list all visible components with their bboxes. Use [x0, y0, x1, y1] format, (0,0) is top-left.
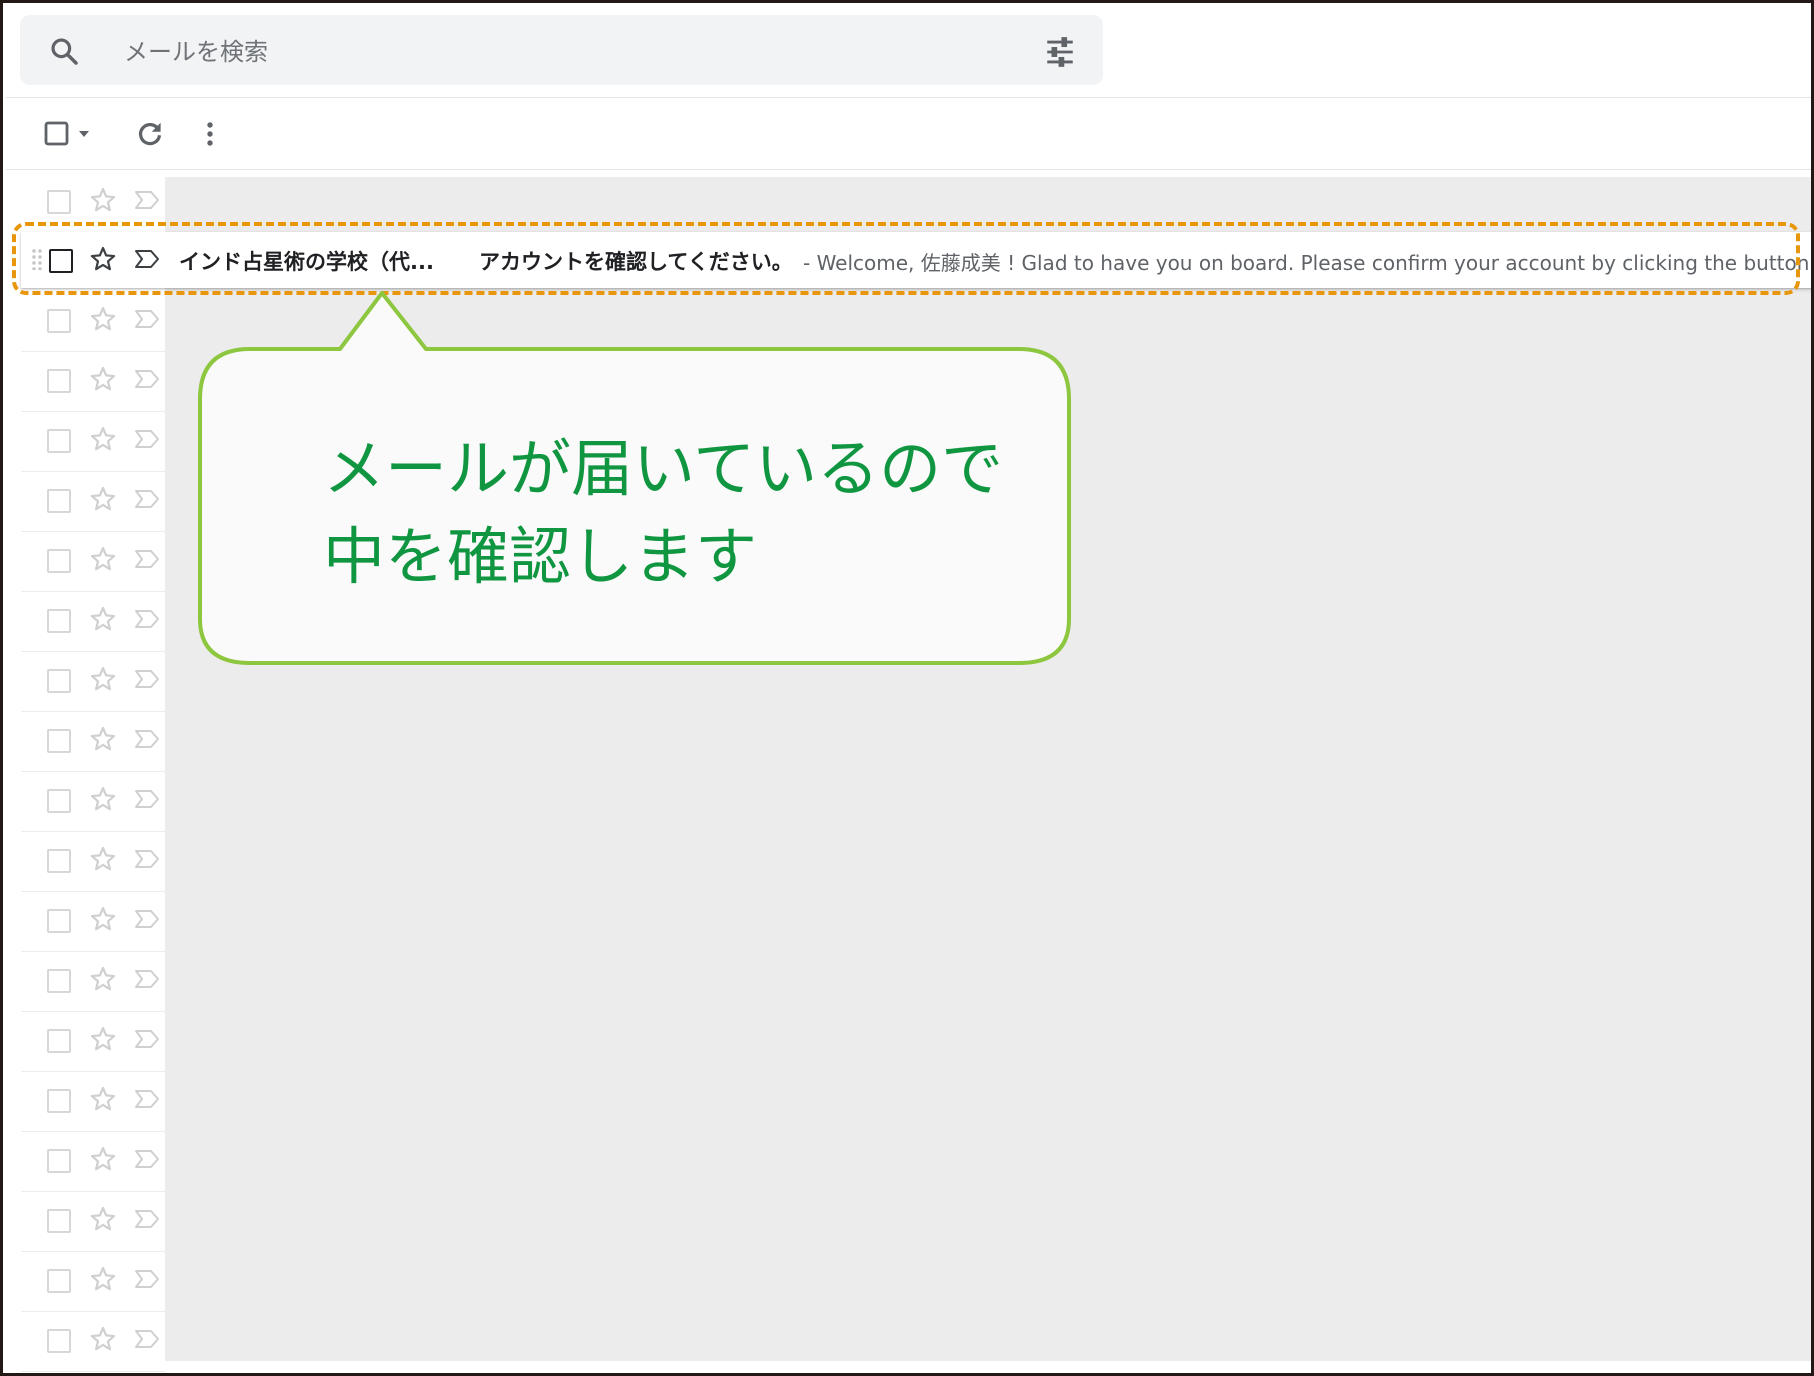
row-checkbox[interactable]	[47, 909, 71, 933]
empty-list-row	[21, 892, 165, 952]
important-marker-icon[interactable]	[134, 968, 160, 990]
important-marker-icon[interactable]	[134, 668, 160, 690]
row-checkbox[interactable]	[47, 429, 71, 453]
important-marker-icon[interactable]	[134, 908, 160, 930]
empty-list-row	[21, 832, 165, 892]
empty-list-row	[21, 352, 165, 412]
email-checkbox[interactable]	[49, 249, 73, 273]
important-marker-icon[interactable]	[134, 488, 160, 510]
important-marker-icon[interactable]	[134, 1208, 160, 1230]
important-marker-icon[interactable]	[134, 189, 160, 211]
star-icon[interactable]	[89, 965, 117, 993]
star-icon[interactable]	[89, 245, 117, 273]
email-subject: アカウントを確認してください。	[479, 250, 793, 274]
empty-list-row	[21, 1252, 165, 1312]
row-checkbox[interactable]	[47, 1209, 71, 1233]
empty-list-row	[21, 592, 165, 652]
star-icon[interactable]	[89, 1145, 117, 1173]
row-checkbox[interactable]	[47, 549, 71, 573]
star-icon[interactable]	[89, 545, 117, 573]
important-marker-icon[interactable]	[134, 1148, 160, 1170]
important-marker-icon[interactable]	[134, 1028, 160, 1050]
star-icon[interactable]	[89, 365, 117, 393]
star-icon[interactable]	[89, 186, 117, 214]
star-icon[interactable]	[89, 425, 117, 453]
star-icon[interactable]	[89, 305, 117, 333]
empty-list-row	[21, 1012, 165, 1072]
important-marker-icon[interactable]	[134, 1328, 160, 1350]
important-marker-icon[interactable]	[134, 608, 160, 630]
star-icon[interactable]	[89, 1325, 117, 1353]
refresh-icon[interactable]	[135, 117, 165, 151]
important-marker-icon[interactable]	[134, 1268, 160, 1290]
star-icon[interactable]	[89, 725, 117, 753]
row-checkbox[interactable]	[47, 190, 71, 214]
row-checkbox[interactable]	[47, 1089, 71, 1113]
row-checkbox[interactable]	[47, 1329, 71, 1353]
row-checkbox[interactable]	[47, 1269, 71, 1293]
callout-text: メールが届いているので 中を確認します	[323, 425, 1023, 601]
important-marker-icon[interactable]	[134, 248, 160, 270]
star-icon[interactable]	[89, 1025, 117, 1053]
empty-list-row	[21, 173, 165, 233]
empty-list-row	[21, 772, 165, 832]
empty-list-row	[21, 712, 165, 772]
empty-list-row	[21, 1072, 165, 1132]
row-checkbox[interactable]	[47, 669, 71, 693]
important-marker-icon[interactable]	[134, 308, 160, 330]
header-divider	[6, 97, 1811, 98]
row-checkbox[interactable]	[47, 369, 71, 393]
important-marker-icon[interactable]	[134, 548, 160, 570]
row-checkbox[interactable]	[47, 1029, 71, 1053]
star-icon[interactable]	[89, 605, 117, 633]
row-checkbox[interactable]	[47, 489, 71, 513]
row-checkbox[interactable]	[47, 609, 71, 633]
row-checkbox[interactable]	[47, 849, 71, 873]
more-vert-icon[interactable]	[199, 117, 221, 151]
row-checkbox[interactable]	[47, 729, 71, 753]
callout-line-1: メールが届いているので	[323, 432, 1004, 505]
star-icon[interactable]	[89, 665, 117, 693]
row-checkbox[interactable]	[47, 969, 71, 993]
empty-list-row	[21, 1192, 165, 1252]
row-checkbox[interactable]	[47, 309, 71, 333]
star-icon[interactable]	[89, 785, 117, 813]
empty-list-row	[21, 472, 165, 532]
search-icon[interactable]	[48, 35, 80, 67]
empty-list-row	[21, 652, 165, 712]
empty-list-row	[21, 1132, 165, 1192]
search-input[interactable]	[122, 33, 926, 71]
star-icon[interactable]	[89, 845, 117, 873]
email-snippet: - Welcome, 佐藤成美 ! Glad to have you on bo…	[803, 251, 1814, 275]
callout-line-2: 中を確認します	[323, 520, 758, 593]
star-icon[interactable]	[89, 485, 117, 513]
empty-list-row	[21, 292, 165, 352]
important-marker-icon[interactable]	[134, 368, 160, 390]
important-marker-icon[interactable]	[134, 728, 160, 750]
empty-list-row	[21, 952, 165, 1012]
empty-list-row	[21, 532, 165, 592]
row-checkbox[interactable]	[47, 1149, 71, 1173]
tune-icon[interactable]	[1043, 35, 1077, 69]
row-checkbox[interactable]	[47, 789, 71, 813]
select-all-checkbox-icon[interactable]	[43, 116, 99, 152]
important-marker-icon[interactable]	[134, 428, 160, 450]
important-marker-icon[interactable]	[134, 848, 160, 870]
star-icon[interactable]	[89, 1085, 117, 1113]
drag-handle-icon[interactable]	[31, 248, 43, 270]
email-sender: インド占星術の学校（代...	[179, 250, 434, 274]
important-marker-icon[interactable]	[134, 1088, 160, 1110]
important-marker-icon[interactable]	[134, 788, 160, 810]
empty-list-row	[21, 412, 165, 472]
star-icon[interactable]	[89, 905, 117, 933]
search-bar[interactable]	[20, 15, 1103, 85]
star-icon[interactable]	[89, 1265, 117, 1293]
star-icon[interactable]	[89, 1205, 117, 1233]
screenshot-frame: インド占星術の学校（代... アカウントを確認してください。 - Welcome…	[0, 0, 1814, 1376]
toolbar-divider	[6, 169, 1811, 170]
empty-list-row	[21, 1312, 165, 1372]
